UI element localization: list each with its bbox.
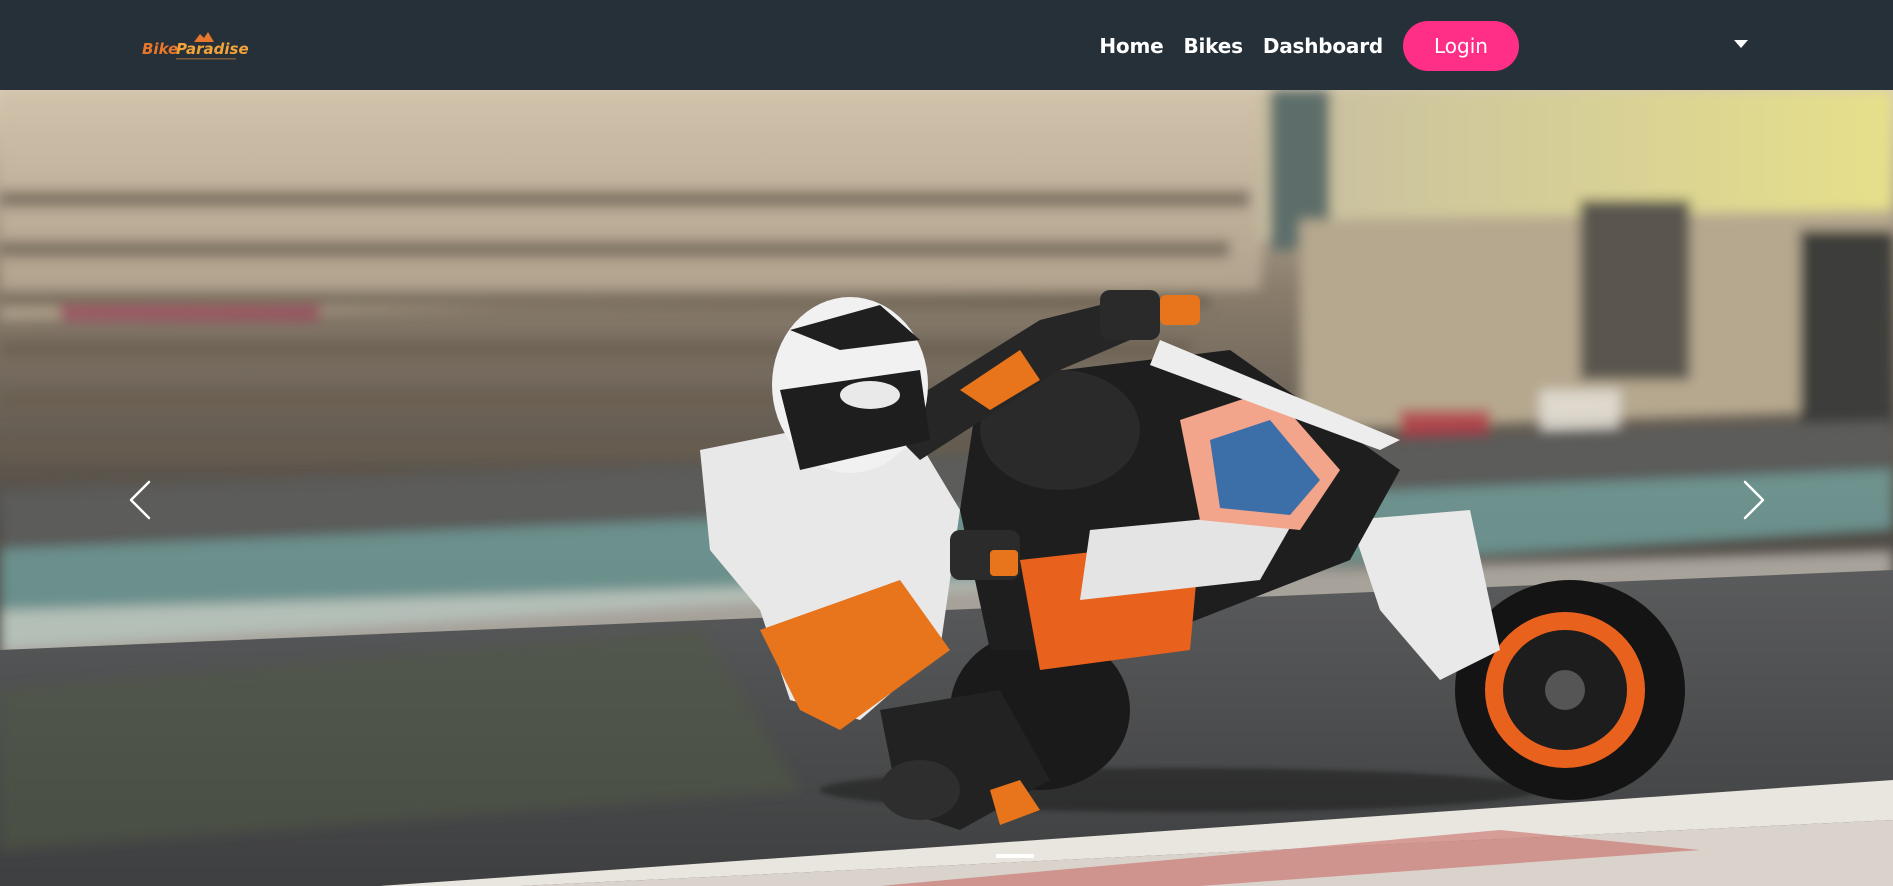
carousel-indicators (996, 854, 1034, 858)
nav-link-dashboard[interactable]: Dashboard (1263, 34, 1383, 58)
logo-text-bike: Bike (142, 40, 178, 58)
carousel-prev-button[interactable] (120, 470, 160, 530)
carousel-next-button[interactable] (1734, 470, 1774, 530)
chevron-right-icon (1743, 480, 1765, 520)
nav-link-bikes[interactable]: Bikes (1183, 34, 1243, 58)
hero-slide-image (0, 90, 1893, 886)
nav-link-home[interactable]: Home (1099, 34, 1163, 58)
caret-down-icon (1734, 40, 1748, 48)
navbar: Bike Paradise Home Bikes Dashboard Login (0, 0, 1893, 90)
nav-links: Home Bikes Dashboard Login (1099, 21, 1519, 71)
dropdown-toggle[interactable] (1728, 32, 1754, 56)
logo-text-paradise: Paradise (176, 40, 249, 58)
brand-logo[interactable]: Bike Paradise (142, 28, 252, 64)
carousel-indicator-active[interactable] (996, 854, 1034, 858)
chevron-left-icon (129, 480, 151, 520)
login-button[interactable]: Login (1403, 21, 1519, 71)
hero-carousel (0, 90, 1893, 886)
